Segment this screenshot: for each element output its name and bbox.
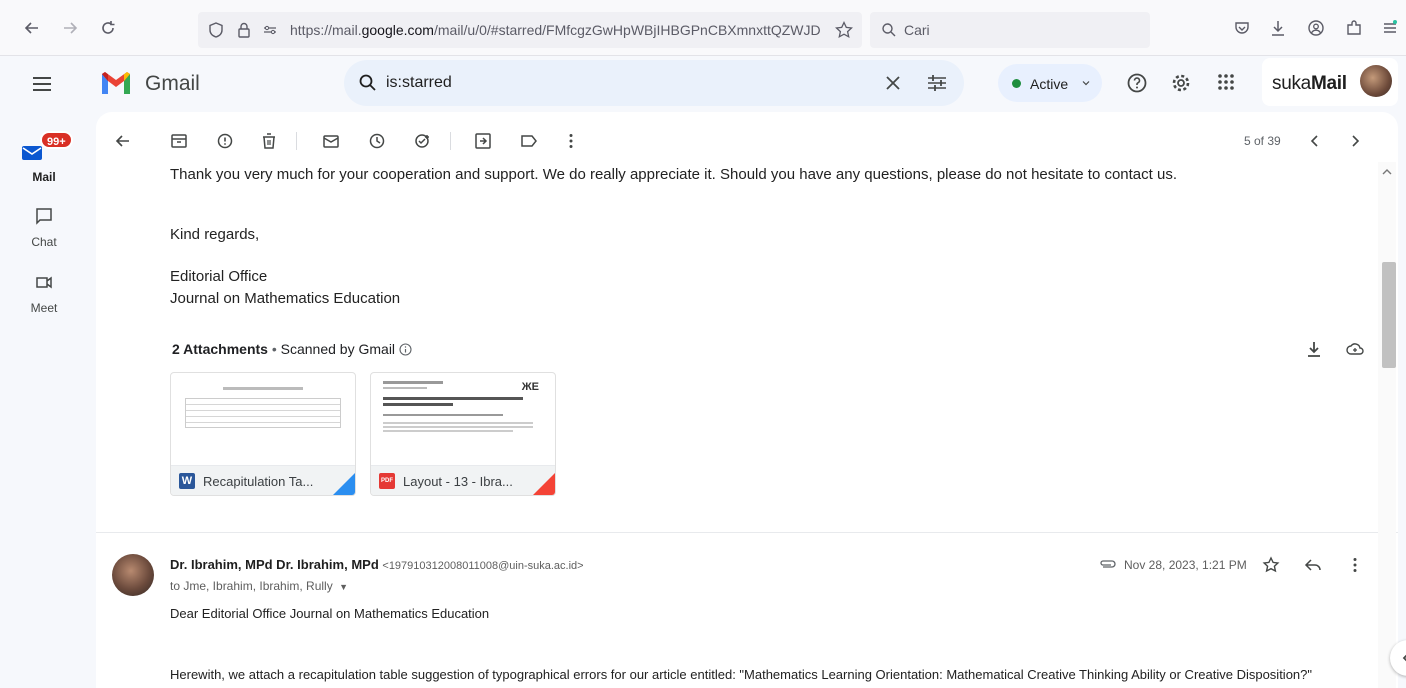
message-body-line: Thank you very much for your cooperation… <box>170 166 1177 183</box>
attachment-clip-icon <box>1099 558 1117 570</box>
message-date: Nov 28, 2023, 1:21 PM <box>1124 558 1247 572</box>
message-closing: Kind regards, <box>170 226 260 243</box>
app-menu-icon[interactable] <box>1380 18 1400 38</box>
more-options-icon[interactable] <box>562 132 580 150</box>
sender-name[interactable]: Dr. Ibrahim, MPd Dr. Ibrahim, MPd <box>170 557 379 572</box>
delete-icon[interactable] <box>260 132 278 150</box>
browser-search-bar[interactable]: Cari <box>870 12 1150 48</box>
signature-line-1: Editorial Office <box>170 268 268 285</box>
pocket-icon[interactable] <box>1232 18 1252 38</box>
recipients-text: to Jme, Ibrahim, Ibrahim, Rully <box>170 579 333 593</box>
toolbar-divider <box>296 132 297 150</box>
attachments-count: 2 Attachments <box>172 341 268 357</box>
apps-grid-icon[interactable] <box>1216 72 1236 92</box>
download-all-icon[interactable] <box>1306 340 1322 358</box>
save-to-drive-icon[interactable] <box>1346 340 1364 358</box>
forward-arrow-icon[interactable] <box>60 18 80 38</box>
status-selector[interactable]: Active <box>998 64 1102 102</box>
file-corner-icon <box>333 473 355 495</box>
message-view: 5 of 39 Thank you very much for your coo… <box>96 112 1398 688</box>
label-icon[interactable] <box>520 132 538 150</box>
document-preview: ЖE <box>383 381 545 457</box>
star-icon[interactable] <box>1262 556 1280 574</box>
rail-label-mail[interactable]: Mail <box>14 170 74 184</box>
avatar[interactable] <box>1360 65 1392 97</box>
newer-chevron-icon[interactable] <box>1306 132 1324 150</box>
message-more-icon[interactable] <box>1346 556 1364 574</box>
status-label: Active <box>1030 76 1069 92</box>
back-to-list-icon[interactable] <box>114 132 132 150</box>
attachment-card[interactable]: W Recapitulation Ta... <box>170 372 356 496</box>
organization-chip[interactable]: sukaMail <box>1262 58 1398 106</box>
clear-search-icon[interactable] <box>884 74 902 92</box>
sender-avatar[interactable] <box>112 554 154 596</box>
gmail-header: Gmail is:starred Active sukaMail <box>0 56 1406 112</box>
attachments-header: 2 Attachments • Scanned by Gmail <box>172 341 412 357</box>
pdf-file-icon: PDF <box>379 473 395 489</box>
permissions-icon[interactable] <box>260 20 280 40</box>
sender-line[interactable]: Dr. Ibrahim, MPd Dr. Ibrahim, MPd <19791… <box>170 557 584 572</box>
word-file-icon: W <box>179 473 195 489</box>
bookmark-star-icon[interactable] <box>834 20 854 40</box>
search-icon <box>880 21 900 41</box>
recipients-line[interactable]: to Jme, Ibrahim, Ibrahim, Rully ▼ <box>170 579 348 593</box>
recipients-caret-icon[interactable]: ▼ <box>339 582 348 592</box>
scanned-label: Scanned by Gmail <box>280 341 396 357</box>
scroll-up-icon[interactable] <box>1382 168 1392 176</box>
search-query[interactable]: is:starred <box>386 74 452 92</box>
add-task-icon[interactable] <box>414 132 432 150</box>
report-spam-icon[interactable] <box>216 132 234 150</box>
message-body: Herewith, we attach a recapitulation tab… <box>170 667 1313 682</box>
help-icon[interactable] <box>1126 72 1148 94</box>
info-icon[interactable] <box>399 343 412 356</box>
message-divider <box>96 532 1398 533</box>
snooze-icon[interactable] <box>368 132 386 150</box>
move-to-icon[interactable] <box>474 132 492 150</box>
signature-line-2: Journal on Mathematics Education <box>170 290 401 307</box>
settings-gear-icon[interactable] <box>1170 72 1192 94</box>
browser-toolbar: https://mail.google.com/mail/u/0/#starre… <box>0 0 1406 56</box>
file-corner-icon <box>533 473 555 495</box>
gmail-logo-icon[interactable] <box>100 70 132 96</box>
scrollbar[interactable] <box>1378 162 1396 688</box>
attachment-name: Layout - 13 - Ibra... <box>403 474 513 489</box>
rail-label-meet[interactable]: Meet <box>14 301 74 315</box>
shield-icon[interactable] <box>206 20 226 40</box>
attachment-footer: PDF Layout - 13 - Ibra... <box>371 465 555 495</box>
reload-icon[interactable] <box>98 18 118 38</box>
attachment-card[interactable]: ЖE PDF Layout - 13 - Ibra... <box>370 372 556 496</box>
search-icon[interactable] <box>358 73 378 93</box>
back-arrow-icon[interactable] <box>22 18 42 38</box>
reply-icon[interactable] <box>1304 556 1322 574</box>
chat-icon[interactable] <box>35 207 53 225</box>
download-icon[interactable] <box>1268 18 1288 38</box>
attachment-footer: W Recapitulation Ta... <box>171 465 355 495</box>
toolbar-divider <box>450 132 451 150</box>
mark-unread-icon[interactable] <box>322 132 340 150</box>
organization-name: sukaMail <box>1272 73 1347 94</box>
chevron-down-icon <box>1081 78 1091 88</box>
pagination-count: 5 of 39 <box>1244 134 1281 148</box>
meet-icon[interactable] <box>35 273 53 291</box>
document-preview <box>185 387 341 457</box>
message-greeting: Dear Editorial Office Journal on Mathema… <box>170 606 490 621</box>
url-bar[interactable]: https://mail.google.com/mail/u/0/#starre… <box>198 12 862 48</box>
status-dot-icon <box>1012 79 1021 88</box>
gmail-brand[interactable]: Gmail <box>145 72 200 96</box>
url-text: https://mail.google.com/mail/u/0/#starre… <box>290 22 821 38</box>
sender-email: <197910312008011008@uin-suka.ac.id> <box>382 560 584 572</box>
browser-search-placeholder: Cari <box>904 22 930 38</box>
account-icon[interactable] <box>1306 18 1326 38</box>
attachment-name: Recapitulation Ta... <box>203 474 314 489</box>
extensions-icon[interactable] <box>1344 18 1364 38</box>
older-chevron-icon[interactable] <box>1346 132 1364 150</box>
lock-icon[interactable] <box>234 20 254 40</box>
main-menu-icon[interactable] <box>30 72 54 96</box>
unread-badge: 99+ <box>40 131 73 149</box>
archive-icon[interactable] <box>170 132 188 150</box>
search-options-icon[interactable] <box>926 73 948 93</box>
mail-search-box[interactable]: is:starred <box>344 60 964 106</box>
scrollbar-thumb[interactable] <box>1382 262 1396 368</box>
rail-label-chat[interactable]: Chat <box>14 235 74 249</box>
